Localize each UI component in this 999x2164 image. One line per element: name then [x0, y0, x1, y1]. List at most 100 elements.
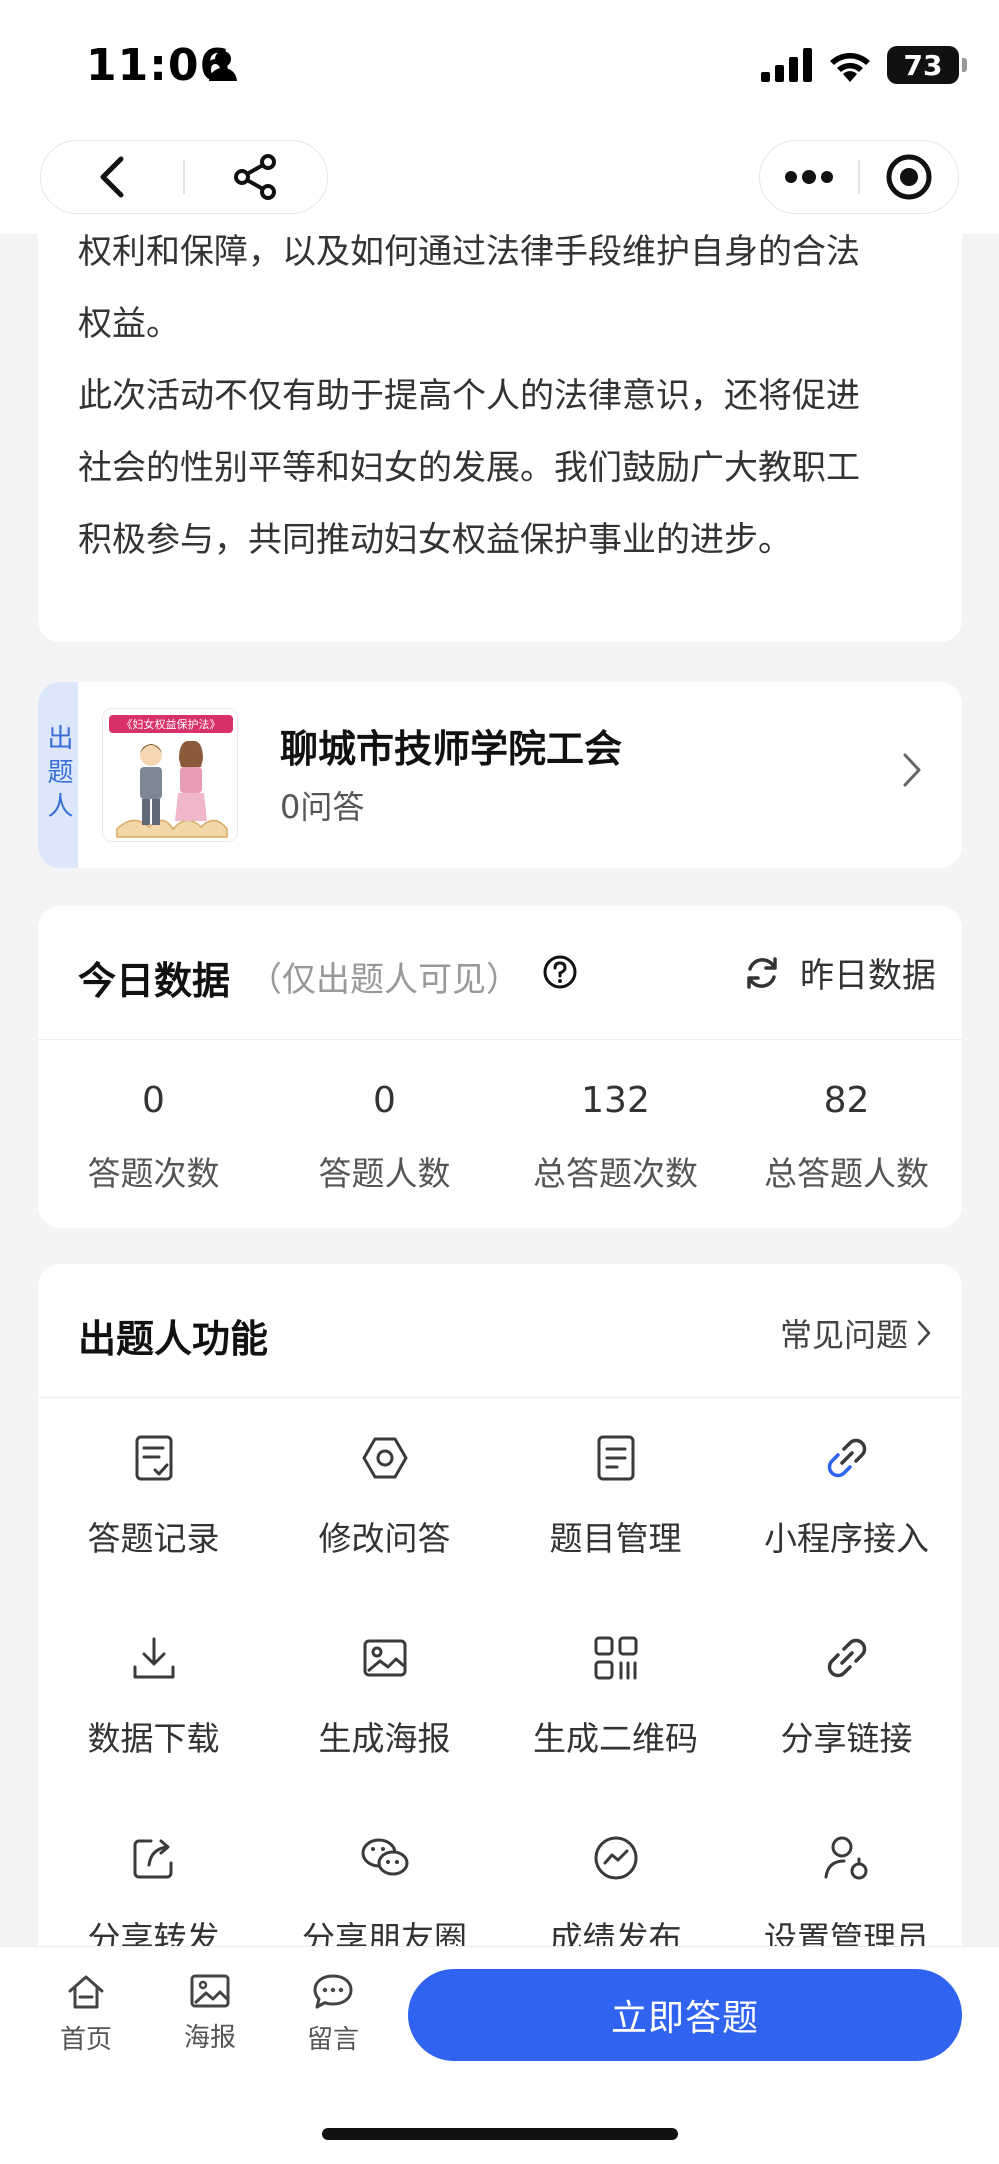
share-forward-icon — [133, 1839, 172, 1879]
stat-item: 132 总答题次数 — [500, 1040, 731, 1228]
image-icon — [363, 1639, 406, 1677]
yesterday-data-button[interactable]: 昨日数据 — [742, 948, 936, 997]
tab-home-label: 首页 — [59, 2025, 112, 2055]
record-icon — [135, 1435, 172, 1481]
func-label: 分享链接 — [780, 1719, 913, 1758]
chevron-right-icon — [917, 1320, 931, 1346]
tab-comment[interactable]: 留言 — [283, 1973, 383, 2056]
func-label: 生成二维码 — [533, 1719, 698, 1758]
func-data-download[interactable]: 数据下载 — [38, 1598, 269, 1798]
nav-bar — [0, 130, 999, 234]
home-icon — [68, 1975, 104, 2009]
link-icon — [827, 1638, 866, 1678]
intro-line: 权益。 — [78, 304, 180, 344]
tab-poster-label: 海报 — [183, 2023, 236, 2053]
stats-title: 今日数据 — [78, 959, 231, 1003]
stat-value: 132 — [581, 1080, 650, 1121]
signal-icon — [761, 48, 812, 82]
func-miniprogram-access[interactable]: 小程序接入 — [731, 1398, 962, 1598]
stat-label: 答题次数 — [87, 1154, 220, 1193]
wifi-icon — [830, 53, 870, 82]
tab-poster[interactable]: 海报 — [160, 1973, 260, 2054]
admin-user-icon — [824, 1836, 867, 1880]
download-icon — [133, 1637, 174, 1679]
func-label: 小程序接入 — [764, 1519, 929, 1558]
func-answer-records[interactable]: 答题记录 — [38, 1398, 269, 1598]
nav-left-capsule — [40, 140, 328, 214]
author-name: 聊城市技师学院工会 — [280, 727, 623, 771]
author-avatar: 《妇女权益保护法》 — [102, 708, 238, 842]
faq-link[interactable]: 常见问题 — [780, 1310, 932, 1356]
refresh-icon — [747, 956, 777, 989]
more-button[interactable] — [760, 141, 858, 213]
avatar-caption: 《妇女权益保护法》 — [122, 717, 221, 731]
today-stats-card: 今日数据 （仅出题人可见） 昨日数据 0 答题次数 0 答题人数 132 总答题… — [38, 906, 962, 1228]
document-icon — [597, 1435, 634, 1481]
faq-label: 常见问题 — [779, 1316, 908, 1354]
stat-value: 0 — [373, 1080, 396, 1121]
func-share-moments[interactable]: 分享朋友圈 — [269, 1798, 500, 1946]
stat-value: 82 — [823, 1080, 870, 1121]
start-answer-button[interactable]: 立即答题 — [408, 1969, 962, 2061]
author-functions-card: 出题人功能 常见问题 答题记录 修改问答 题目管理 小程序接入 数据下载 生成海… — [38, 1264, 962, 1946]
functions-grid: 答题记录 修改问答 题目管理 小程序接入 数据下载 生成海报 生成二维码 分享链… — [38, 1398, 962, 1946]
wechat-moments-icon — [361, 1838, 408, 1876]
func-publish-scores[interactable]: 成绩发布 — [500, 1798, 731, 1946]
func-generate-qrcode[interactable]: 生成二维码 — [500, 1598, 731, 1798]
nav-right-capsule — [759, 140, 959, 214]
author-tag: 出题人 — [38, 682, 78, 868]
func-label: 分享朋友圈 — [302, 1919, 467, 1946]
back-button[interactable] — [41, 141, 183, 213]
func-share-link[interactable]: 分享链接 — [731, 1598, 962, 1798]
func-edit-quiz[interactable]: 修改问答 — [269, 1398, 500, 1598]
func-question-management[interactable]: 题目管理 — [500, 1398, 731, 1598]
stats-visibility-hint: （仅出题人可见） — [248, 960, 520, 1000]
more-dots-icon — [785, 170, 834, 184]
yesterday-data-label: 昨日数据 — [800, 956, 936, 996]
func-label: 答题记录 — [87, 1519, 220, 1558]
main-content[interactable]: 权利和保障，以及如何通过法律手段维护自身的合法 权益。 此次活动不仅有助于提高个… — [0, 234, 999, 1946]
status-bar: 11:06 73 — [0, 0, 999, 130]
stat-item: 0 答题人数 — [269, 1040, 500, 1228]
battery-indicator: 73 — [887, 46, 967, 84]
intro-text: 权利和保障，以及如何通过法律手段维护自身的合法 权益。 此次活动不仅有助于提高个… — [78, 234, 928, 576]
tab-home[interactable]: 首页 — [36, 1973, 136, 2056]
intro-line: 权利和保障，以及如何通过法律手段维护自身的合法 — [78, 234, 860, 272]
author-answer-count: 0问答 — [280, 788, 365, 826]
target-circle-icon — [886, 154, 932, 200]
stat-item: 0 答题次数 — [38, 1040, 269, 1228]
func-share-forward[interactable]: 分享转发 — [38, 1798, 269, 1946]
func-label: 成绩发布 — [549, 1919, 682, 1946]
stat-item: 82 总答题人数 — [731, 1040, 962, 1228]
author-card[interactable]: 出题人 《妇女权益保护法》 聊城市技师学院工会 0问答 — [38, 682, 962, 868]
intro-card: 权利和保障，以及如何通过法律手段维护自身的合法 权益。 此次活动不仅有助于提高个… — [38, 234, 962, 642]
stat-label: 总答题人数 — [764, 1154, 929, 1193]
share-icon — [233, 154, 276, 200]
stats-row: 0 答题次数 0 答题人数 132 总答题次数 82 总答题人数 — [38, 1040, 962, 1228]
mini-program-link-icon — [827, 1438, 866, 1478]
functions-title: 出题人功能 — [78, 1317, 269, 1361]
functions-header: 出题人功能 常见问题 — [38, 1264, 962, 1398]
status-indicators: 73 — [761, 46, 967, 84]
intro-line: 积极参与，共同推动妇女权益保护事业的进步。 — [78, 520, 792, 560]
func-label: 数据下载 — [87, 1719, 220, 1758]
edit-hexagon-icon — [362, 1437, 407, 1479]
stats-header: 今日数据 （仅出题人可见） 昨日数据 — [38, 906, 962, 1040]
func-label: 分享转发 — [87, 1919, 220, 1946]
stat-label: 答题人数 — [318, 1154, 451, 1193]
trend-icon — [594, 1836, 637, 1880]
close-miniprogram-button[interactable] — [860, 141, 958, 213]
tab-comment-label: 留言 — [306, 2025, 359, 2055]
chevron-right-icon — [903, 753, 921, 787]
stat-value: 0 — [142, 1080, 165, 1121]
share-button[interactable] — [185, 141, 327, 213]
person-icon — [209, 51, 237, 81]
author-tag-text: 出题人 — [43, 724, 73, 826]
intro-line: 社会的性别平等和妇女的发展。我们鼓励广大教职工 — [78, 448, 860, 488]
func-label: 修改问答 — [318, 1519, 451, 1558]
help-circle-icon[interactable] — [542, 954, 578, 990]
func-generate-poster[interactable]: 生成海报 — [269, 1598, 500, 1798]
intro-line: 此次活动不仅有助于提高个人的法律意识，还将促进 — [78, 376, 860, 416]
func-set-admin[interactable]: 设置管理员 — [731, 1798, 962, 1946]
poster-icon — [190, 1974, 230, 2008]
